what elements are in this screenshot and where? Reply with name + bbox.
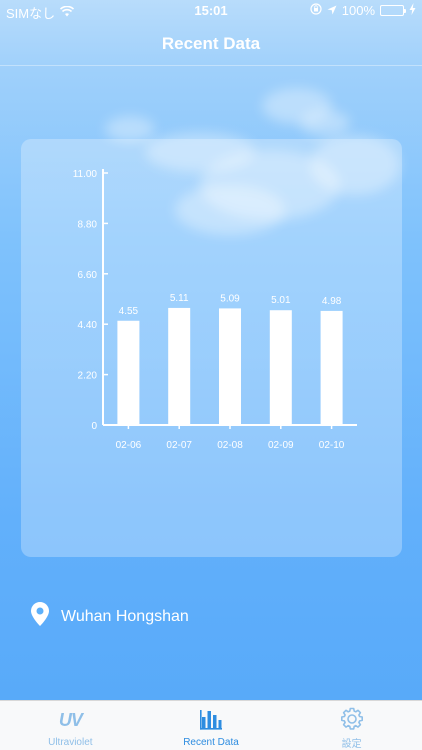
page-title: Recent Data <box>161 33 261 53</box>
status-right: 100% <box>310 3 416 18</box>
tab-label-ultraviolet: Ultraviolet <box>48 737 93 748</box>
y-tick-label: 0 <box>91 421 97 432</box>
x-tick-label: 02-09 <box>268 440 294 451</box>
bars: 4.55 5.11 5.09 5.01 4.98 <box>117 293 343 425</box>
bar-value-label: 5.11 <box>170 293 189 304</box>
y-tick-label: 11.00 <box>73 169 98 180</box>
bar <box>269 310 292 425</box>
orientation-lock-icon <box>310 3 322 18</box>
uv-bar-chart: 02.204.406.608.8011.00 02-06 02-07 02-08 02… <box>73 169 357 451</box>
tab-bar: UV Ultraviolet Recent Data 設定 <box>0 700 422 750</box>
location-pin-icon <box>31 602 49 631</box>
x-tick-label: 02-08 <box>217 440 243 451</box>
x-axis: 02-06 02-07 02-08 02-09 02-10 <box>103 424 357 451</box>
navigation-bar: Recent Data <box>0 22 422 66</box>
location-row[interactable]: Wuhan Hongshan <box>31 602 189 631</box>
tab-ultraviolet[interactable]: UV Ultraviolet <box>0 701 141 750</box>
bar-value-label: 4.98 <box>322 296 342 307</box>
x-tick-label: 02-07 <box>166 440 192 451</box>
bar <box>320 310 343 425</box>
x-tick-label: 02-06 <box>116 440 142 451</box>
status-bar: SIMなし 15:01 100% <box>0 0 422 22</box>
bar <box>117 320 140 425</box>
location-label: Wuhan Hongshan <box>61 607 189 625</box>
bar-value-label: 5.09 <box>220 293 240 304</box>
bar-chart-icon <box>199 707 223 733</box>
uv-glyph: UV <box>58 709 83 730</box>
charging-icon <box>409 3 416 18</box>
y-axis: 0 2.20 4.40 6.60 8.80 11.00 <box>73 169 108 432</box>
bar <box>219 308 241 425</box>
y-tick-label: 4.40 <box>78 320 98 331</box>
battery-icon <box>380 5 406 16</box>
battery-percent: 100% <box>341 3 375 18</box>
tab-recent-data[interactable]: Recent Data <box>141 701 282 750</box>
bar-value-label: 4.55 <box>119 306 139 317</box>
tab-label-settings: 設定 <box>341 739 362 750</box>
y-tick-label: 6.60 <box>78 270 98 281</box>
bar <box>168 307 191 425</box>
y-tick-label: 8.80 <box>78 219 98 230</box>
bar-value-label: 5.01 <box>271 295 291 306</box>
gear-icon <box>340 707 364 731</box>
x-tick-label: 02-10 <box>319 440 345 451</box>
uv-icon: UV <box>58 707 83 733</box>
y-tick-label: 2.20 <box>78 371 98 382</box>
tab-label-recent-data: Recent Data <box>183 737 239 748</box>
tab-settings[interactable]: 設定 <box>281 701 422 750</box>
chart-card: 0 2.20 4.40 6.60 8.80 11.00 02-06 02-07 02-08 02… <box>21 139 402 557</box>
location-arrow-icon <box>327 3 337 18</box>
